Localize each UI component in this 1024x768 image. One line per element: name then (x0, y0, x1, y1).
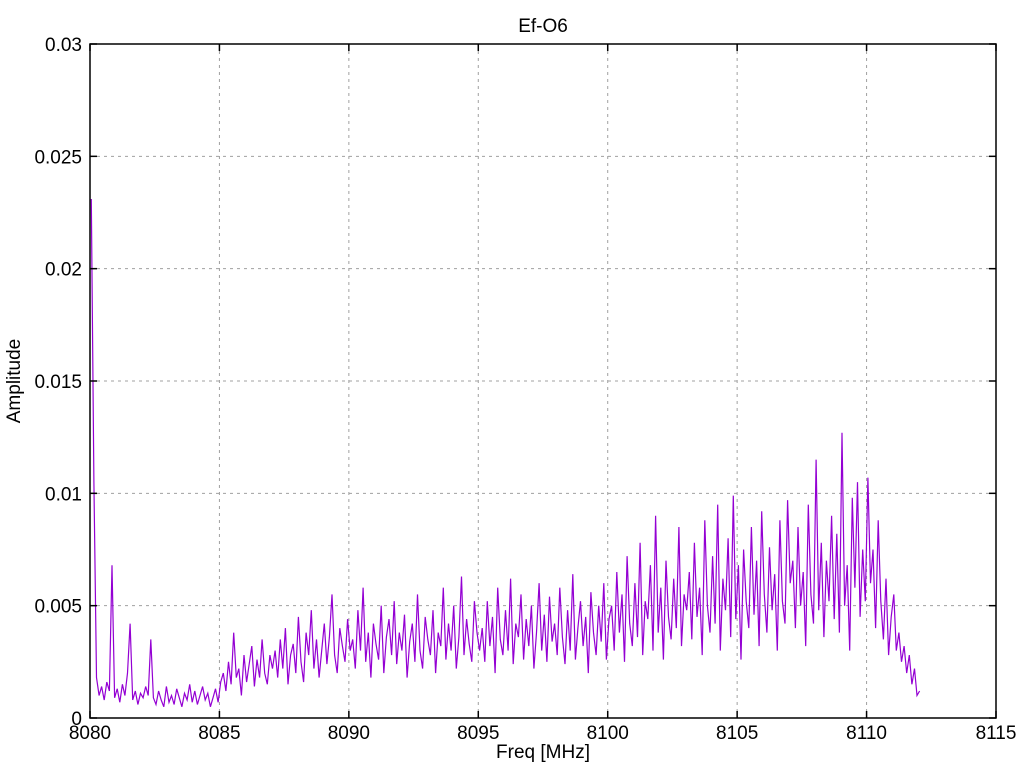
x-tick-label: 8095 (457, 723, 499, 744)
x-tick-label: 8110 (846, 723, 887, 744)
y-tick-label: 0.02 (45, 260, 82, 281)
x-tick-label: 8115 (976, 723, 1017, 744)
spectrum-line (90, 198, 921, 708)
y-tick-label: 0.01 (45, 484, 82, 505)
y-tick-label: 0.005 (34, 597, 82, 618)
y-tick-label: 0.015 (34, 372, 82, 393)
spectrum-chart: Ef-O6 Freq [MHz] Amplitude 8080 8085 8090 8… (4, 16, 1017, 763)
x-axis-label: Freq [MHz] (496, 742, 590, 763)
chart-window: Ef-O6 Freq [MHz] Amplitude 8080 8085 8090 8… (0, 0, 1024, 768)
y-tick-label: 0 (71, 709, 82, 730)
x-tick-label: 8085 (198, 723, 240, 744)
x-tick-label: 8105 (716, 723, 758, 744)
x-tick-label: 8090 (328, 723, 370, 744)
x-tick-label: 8100 (587, 723, 629, 744)
y-tick-label: 0.03 (45, 35, 82, 56)
chart-title: Ef-O6 (518, 16, 568, 37)
y-tick-label: 0.025 (34, 147, 82, 168)
y-axis-label: Amplitude (4, 339, 25, 424)
